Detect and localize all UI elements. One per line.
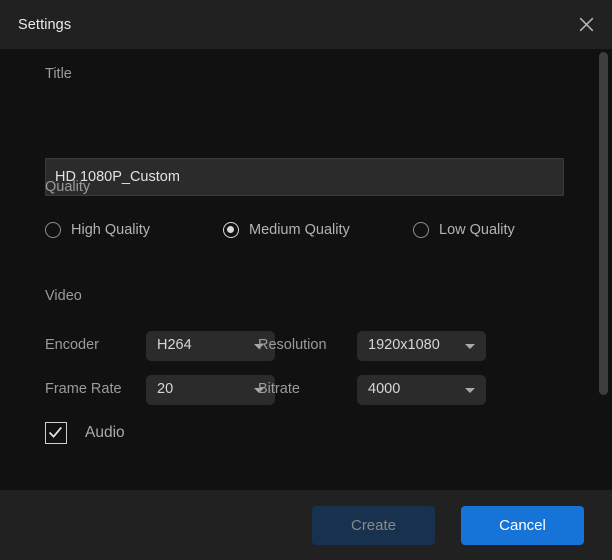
dialog-footer: Create Cancel xyxy=(0,490,612,560)
chevron-down-icon xyxy=(465,388,475,393)
page-title: Settings xyxy=(18,16,72,33)
create-button[interactable]: Create xyxy=(312,505,435,545)
resolution-dropdown[interactable]: 1920x1080 xyxy=(357,331,486,361)
resolution-field: Resolution 1920x1080 xyxy=(258,331,518,361)
radio-unchecked-icon xyxy=(45,222,61,238)
radio-label: High Quality xyxy=(71,222,150,238)
frame-rate-label: Frame Rate xyxy=(45,381,122,397)
vertical-scrollbar[interactable] xyxy=(596,49,612,490)
radio-checked-icon xyxy=(223,222,239,238)
video-section-label: Video xyxy=(45,288,82,304)
frame-rate-field: Frame Rate 20 xyxy=(45,375,285,405)
audio-checkbox-row[interactable]: Audio xyxy=(45,422,125,444)
quality-section-label: Quality xyxy=(45,179,91,195)
audio-checkbox[interactable] xyxy=(45,422,67,444)
radio-high-quality[interactable]: High Quality xyxy=(45,218,150,242)
radio-label: Low Quality xyxy=(439,222,515,238)
dialog-body: Title Quality High Quality Medium Qualit… xyxy=(0,49,612,490)
title-section-label: Title xyxy=(45,66,72,82)
close-icon xyxy=(579,17,594,32)
radio-medium-quality[interactable]: Medium Quality xyxy=(223,218,350,242)
frame-rate-dropdown[interactable]: 20 xyxy=(146,375,275,405)
dialog-titlebar: Settings xyxy=(0,0,612,49)
close-button[interactable] xyxy=(560,0,612,49)
bitrate-value: 4000 xyxy=(368,381,401,397)
chevron-down-icon xyxy=(465,344,475,349)
encoder-value: H264 xyxy=(157,337,192,353)
encoder-dropdown[interactable]: H264 xyxy=(146,331,275,361)
radio-low-quality[interactable]: Low Quality xyxy=(413,218,515,242)
bitrate-dropdown[interactable]: 4000 xyxy=(357,375,486,405)
scrollbar-thumb[interactable] xyxy=(599,52,608,395)
radio-label: Medium Quality xyxy=(249,222,350,238)
bitrate-label: Bitrate xyxy=(258,381,300,397)
frame-rate-value: 20 xyxy=(157,381,174,397)
quality-radio-group: High Quality Medium Quality Low Quality xyxy=(45,218,564,242)
encoder-field: Encoder H264 xyxy=(45,331,285,361)
settings-dialog: Settings Title Quality High Quality xyxy=(0,0,612,560)
resolution-value: 1920x1080 xyxy=(368,337,440,353)
radio-unchecked-icon xyxy=(413,222,429,238)
encoder-label: Encoder xyxy=(45,337,100,353)
cancel-button[interactable]: Cancel xyxy=(461,505,584,545)
bitrate-field: Bitrate 4000 xyxy=(258,375,518,405)
title-input[interactable] xyxy=(45,158,564,196)
audio-label: Audio xyxy=(85,424,125,441)
resolution-label: Resolution xyxy=(258,337,327,353)
